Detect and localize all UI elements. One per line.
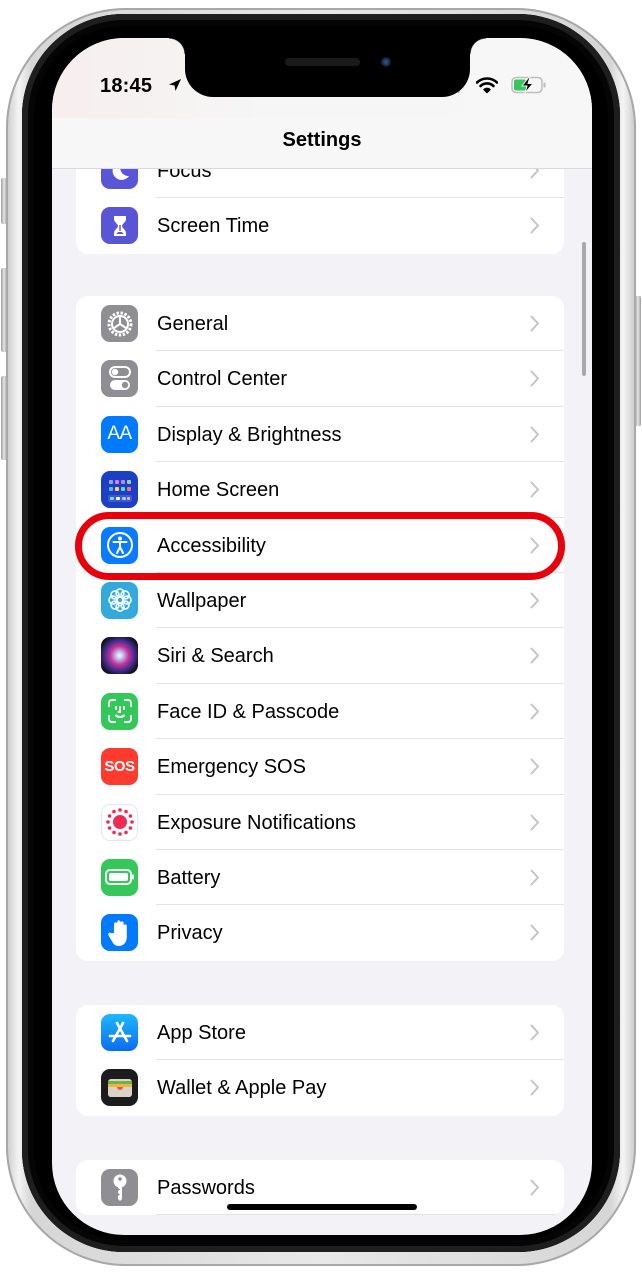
settings-row-privacy[interactable]: Privacy xyxy=(76,905,564,960)
chevron-right-icon xyxy=(530,814,539,831)
settings-row-wallpaper[interactable]: Wallpaper xyxy=(76,573,564,629)
row-label: Privacy xyxy=(157,922,223,945)
settings-row-accessibility[interactable]: Accessibility xyxy=(76,518,564,573)
front-camera xyxy=(381,57,391,67)
hourglass-icon xyxy=(101,207,138,245)
settings-row-home-screen[interactable]: Home Screen xyxy=(76,462,564,518)
scrollbar[interactable] xyxy=(582,242,586,376)
battery-charging-icon xyxy=(511,76,546,94)
hand-icon xyxy=(101,914,138,952)
settings-row-wallet[interactable]: Wallet & Apple Pay xyxy=(76,1060,564,1115)
settings-row-siri-search[interactable]: Siri & Search xyxy=(76,628,564,684)
exposure-sun-icon xyxy=(101,803,138,841)
row-label: Exposure Notifications xyxy=(157,811,356,834)
row-label: Wallpaper xyxy=(157,589,247,612)
chevron-right-icon xyxy=(530,924,539,941)
location-arrow-icon xyxy=(169,79,181,91)
sos-icon: SOS xyxy=(101,748,138,786)
status-time: 18:45 xyxy=(100,75,153,97)
wifi-icon xyxy=(476,77,498,94)
chevron-right-icon xyxy=(530,1079,539,1096)
sos-glyph: SOS xyxy=(104,758,135,776)
screen: Focus Screen Time General Control Center… xyxy=(52,38,592,1235)
notch xyxy=(169,38,486,97)
row-label: Wallet & Apple Pay xyxy=(157,1077,327,1100)
earpiece-speaker xyxy=(285,58,360,66)
volume-down-button xyxy=(1,376,7,460)
app-grid-icon xyxy=(101,471,138,509)
text-size-glyph: AA xyxy=(107,423,132,445)
settings-row-screen-time[interactable]: Screen Time xyxy=(76,198,564,253)
row-label: Home Screen xyxy=(157,479,280,502)
chevron-right-icon xyxy=(530,370,539,387)
flower-icon xyxy=(101,581,138,619)
mute-switch xyxy=(1,178,7,224)
battery-icon xyxy=(101,858,138,896)
settings-row-app-store[interactable]: App Store xyxy=(76,1005,564,1061)
row-label: Face ID & Passcode xyxy=(157,700,340,723)
chevron-right-icon xyxy=(530,217,539,234)
home-indicator[interactable] xyxy=(227,1204,417,1210)
chevron-right-icon xyxy=(530,647,539,664)
settings-list[interactable]: Focus Screen Time General Control Center… xyxy=(52,38,592,1235)
row-label: Battery xyxy=(157,866,221,889)
settings-row-emergency-sos[interactable]: SOS Emergency SOS xyxy=(76,739,564,795)
page-title: Settings xyxy=(282,129,362,151)
row-label: Passwords xyxy=(157,1177,255,1199)
volume-up-button xyxy=(1,268,7,352)
key-icon xyxy=(101,1169,138,1206)
settings-row-general[interactable]: General xyxy=(76,296,564,352)
settings-row-face-id[interactable]: Face ID & Passcode xyxy=(76,684,564,740)
chevron-right-icon xyxy=(530,869,539,886)
settings-row-control-center[interactable]: Control Center xyxy=(76,351,564,407)
row-label: App Store xyxy=(157,1022,246,1044)
chevron-right-icon xyxy=(530,537,539,554)
text-size-icon: AA xyxy=(101,415,138,453)
siri-orb-icon xyxy=(101,637,138,675)
row-label: Display & Brightness xyxy=(157,423,342,446)
chevron-right-icon xyxy=(530,1024,539,1041)
face-id-icon xyxy=(101,692,138,730)
settings-row-battery[interactable]: Battery xyxy=(76,850,564,906)
chevron-right-icon xyxy=(530,426,539,443)
wallet-icon xyxy=(101,1069,138,1107)
gear-icon xyxy=(101,305,138,342)
row-label: Siri & Search xyxy=(157,645,274,668)
settings-group-system: General Control Center AA Display & Brig… xyxy=(76,296,564,961)
row-label: Accessibility xyxy=(157,534,266,557)
row-label: Control Center xyxy=(157,368,288,391)
settings-group-store: App Store Wallet & Apple Pay xyxy=(76,1005,564,1116)
accessibility-person-icon xyxy=(101,526,138,564)
settings-row-exposure-notifications[interactable]: Exposure Notifications xyxy=(76,795,564,850)
chevron-right-icon xyxy=(530,592,539,609)
row-label: Emergency SOS xyxy=(157,756,306,779)
chevron-right-icon xyxy=(530,481,539,498)
side-button xyxy=(635,296,641,426)
chevron-right-icon xyxy=(530,703,539,720)
chevron-right-icon xyxy=(530,758,539,775)
row-divider xyxy=(156,1214,564,1216)
row-label: General xyxy=(157,313,229,335)
chevron-right-icon xyxy=(530,315,539,332)
chevron-right-icon xyxy=(530,1179,539,1196)
nav-bar: Settings xyxy=(52,118,592,169)
app-store-icon xyxy=(101,1014,138,1051)
toggles-icon xyxy=(101,360,138,398)
row-label: Screen Time xyxy=(157,215,270,238)
settings-row-display-brightness[interactable]: AA Display & Brightness xyxy=(76,407,564,463)
